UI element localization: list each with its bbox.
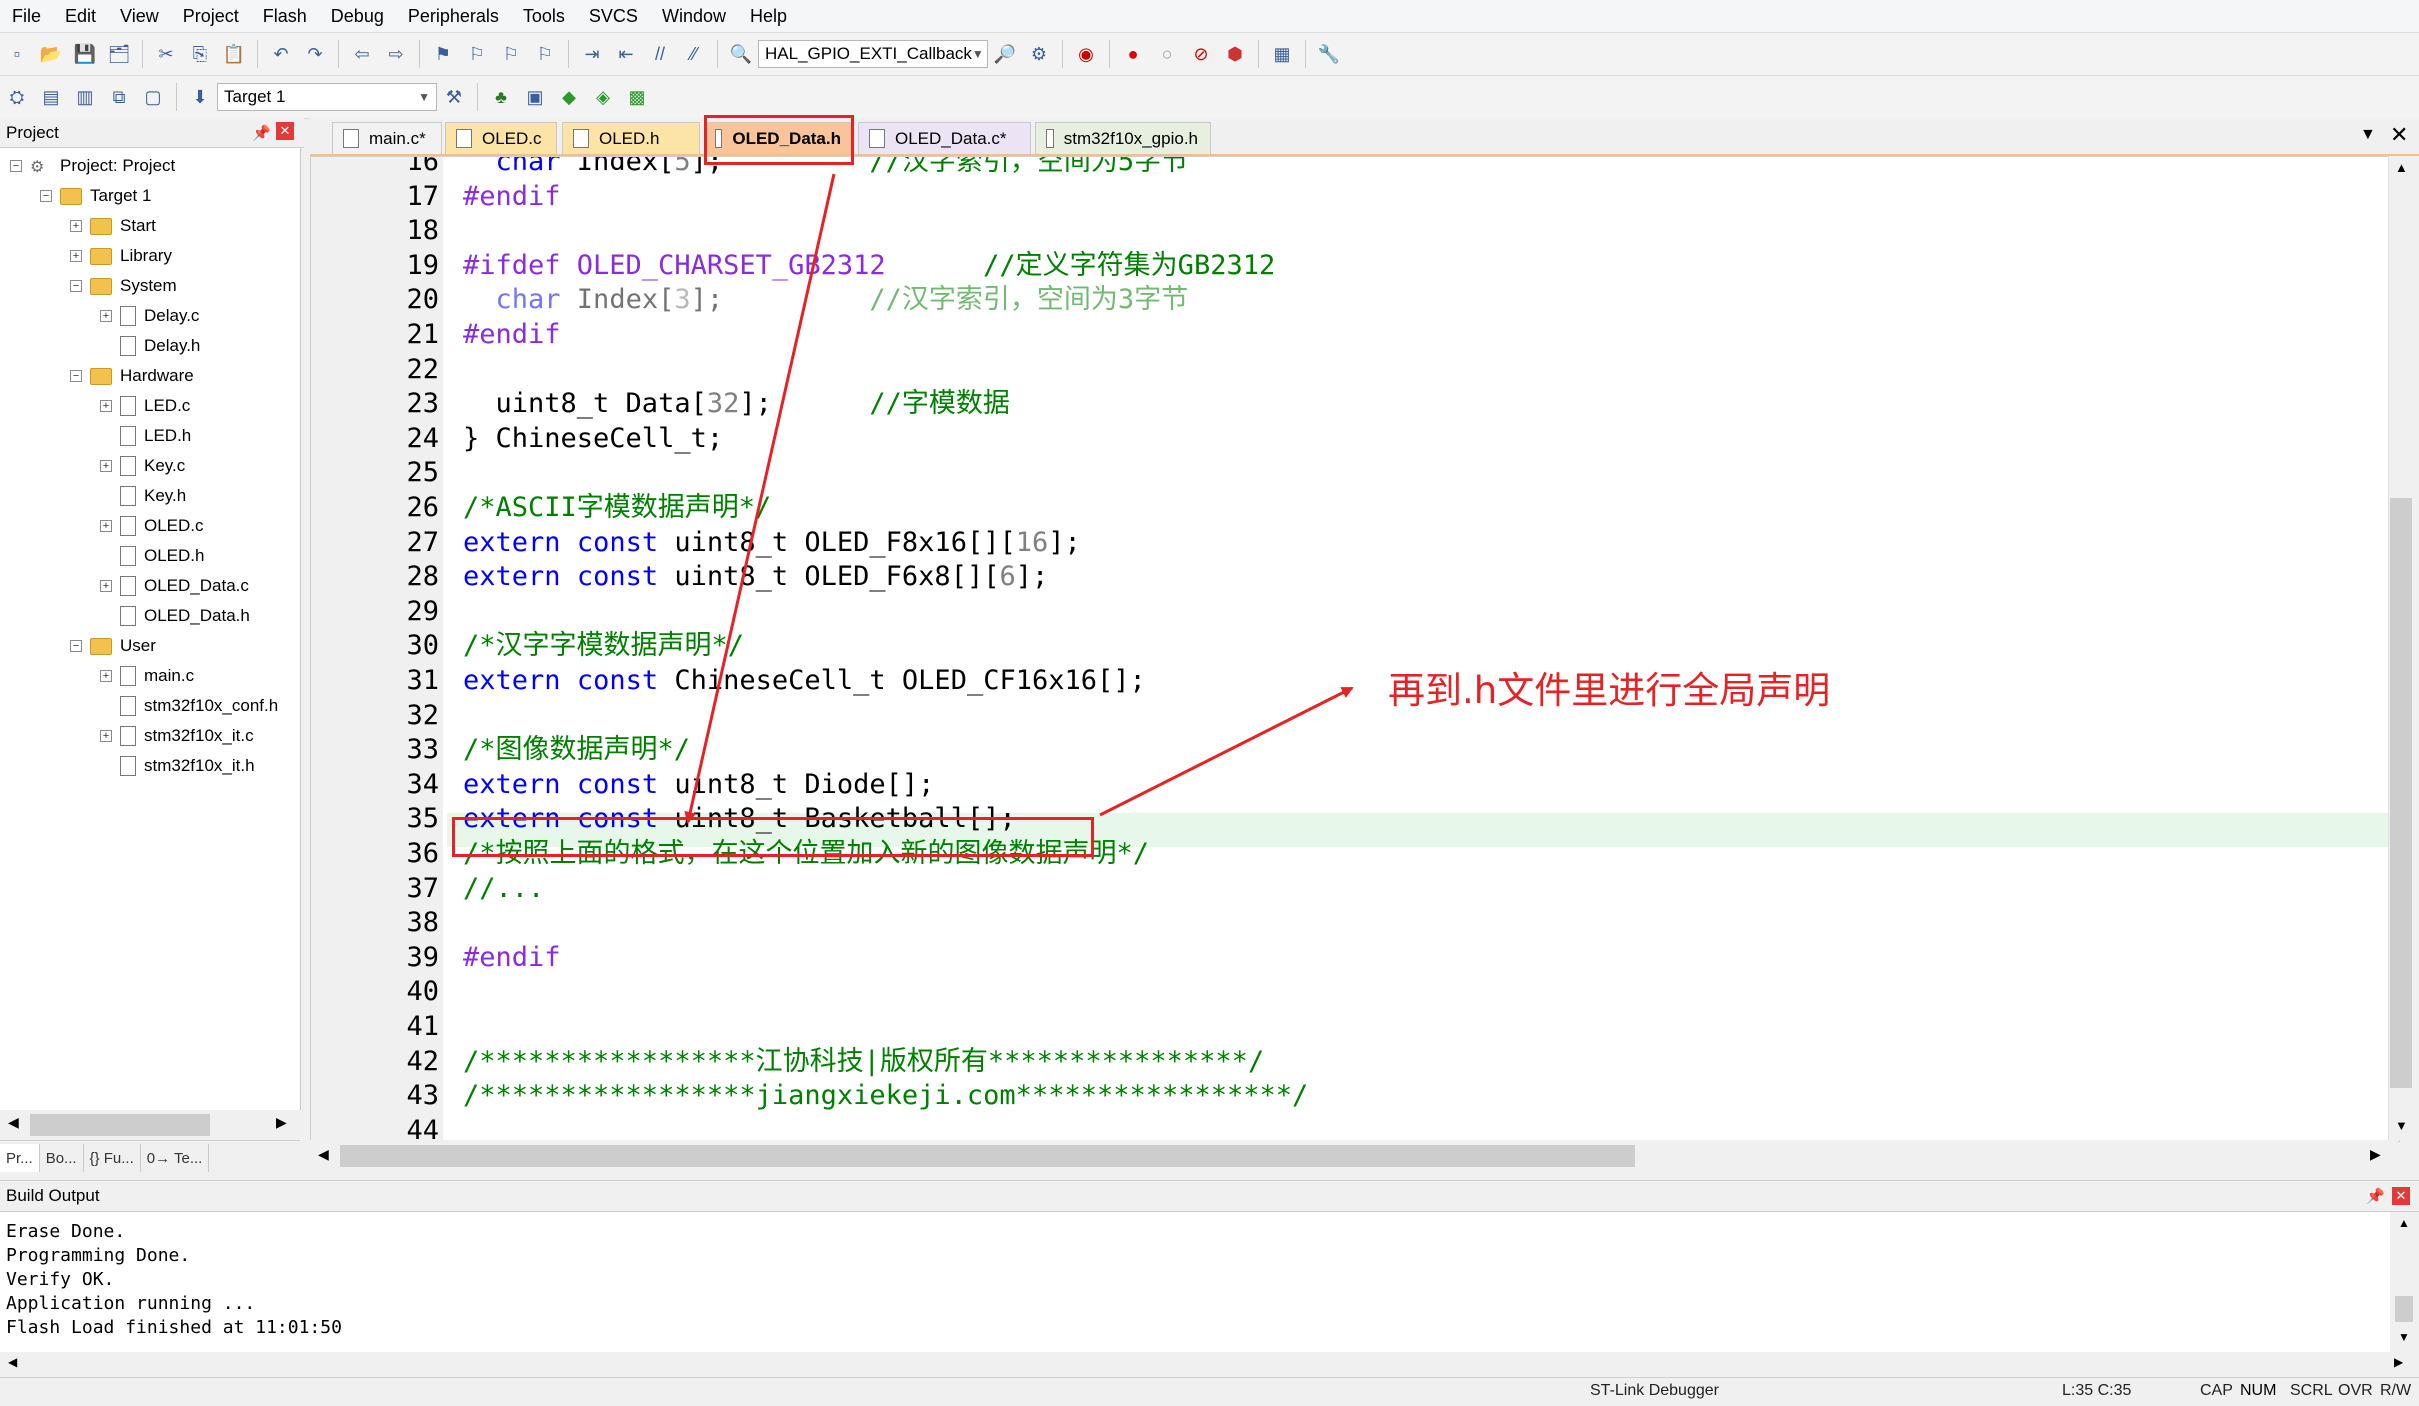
annotation-note: 再到.h文件里进行全局声明 — [1388, 669, 1831, 712]
annotation-arrow-right — [1099, 686, 1354, 817]
annotation-arrows — [684, 173, 1354, 824]
annotation-arrow-down — [684, 173, 836, 824]
